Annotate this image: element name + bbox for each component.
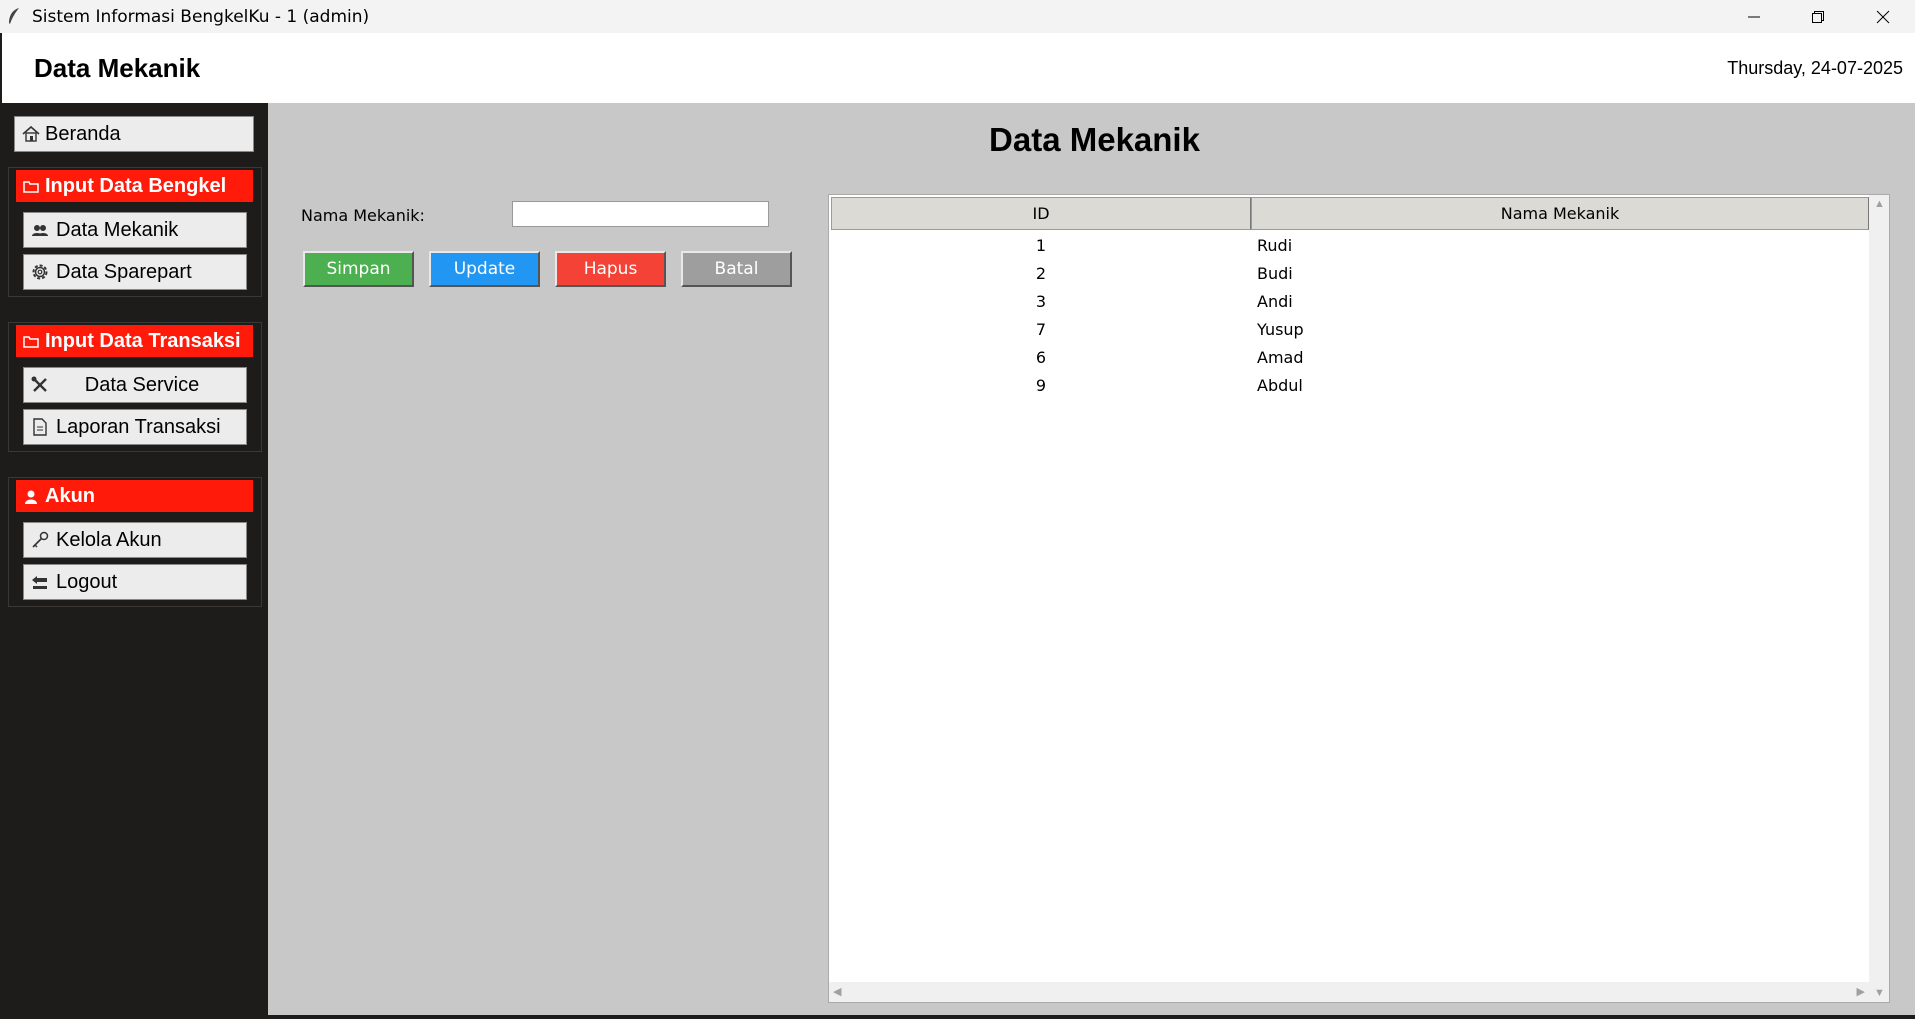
sidebar-item-data-mekanik[interactable]: Data Mekanik — [23, 212, 247, 248]
scroll-down-icon[interactable]: ▼ — [1874, 987, 1885, 999]
horizontal-scrollbar[interactable]: ◀ ▶ — [829, 982, 1869, 1002]
scroll-right-icon[interactable]: ▶ — [1857, 985, 1865, 998]
group-header: Input Data Bengkel — [16, 170, 253, 202]
nama-mekanik-label: Nama Mekanik: — [301, 206, 425, 225]
group-akun: Akun Kelola Akun Logout — [8, 477, 262, 607]
vertical-scrollbar[interactable]: ▲ ▼ — [1869, 195, 1889, 1002]
users-icon — [32, 225, 48, 236]
group-input-data-bengkel: Input Data Bengkel Data Mekanik Data Spa… — [8, 167, 262, 297]
cell-id: 7 — [1035, 320, 1047, 339]
sidebar-item-label: Logout — [56, 570, 118, 593]
folder-icon — [23, 336, 39, 348]
window-titlebar: Sistem Informasi BengkelKu - 1 (admin) — [0, 0, 1915, 33]
table-row[interactable]: 2 Budi — [831, 260, 1869, 288]
hapus-button[interactable]: Hapus — [555, 251, 666, 287]
sidebar-item-laporan-transaksi[interactable]: Laporan Transaksi — [23, 409, 247, 445]
date-display: Thursday, 24-07-2025 — [1727, 58, 1903, 78]
sidebar-item-label: Kelola Akun — [56, 528, 162, 551]
column-header-nama-mekanik[interactable]: Nama Mekanik — [1251, 197, 1869, 230]
group-header: Input Data Transaksi — [16, 325, 253, 357]
cell-name: Budi — [1257, 264, 1293, 283]
back-icon — [32, 576, 47, 589]
restore-button[interactable] — [1786, 0, 1850, 33]
column-header-id[interactable]: ID — [831, 197, 1251, 230]
simpan-button[interactable]: Simpan — [303, 251, 414, 287]
feather-icon — [9, 8, 19, 24]
minimize-icon — [1748, 16, 1760, 17]
sidebar-item-data-sparepart[interactable]: Data Sparepart — [23, 254, 247, 290]
sidebar-item-label: Data Mekanik — [56, 218, 179, 241]
table-header: ID Nama Mekanik — [831, 197, 1869, 230]
gear-icon — [32, 264, 48, 280]
group-title: Akun — [45, 484, 95, 507]
cell-id: 2 — [1035, 264, 1047, 283]
sidebar-item-logout[interactable]: Logout — [23, 564, 247, 600]
mekanik-table[interactable]: ID Nama Mekanik 1 Rudi 2 Budi 3 Andi 7 Y… — [828, 194, 1890, 1003]
table-row[interactable]: 3 Andi — [831, 288, 1869, 316]
cell-name: Amad — [1257, 348, 1304, 367]
cell-id: 9 — [1035, 376, 1047, 395]
close-icon — [1876, 10, 1890, 23]
sidebar-item-label: Data Sparepart — [56, 260, 192, 283]
cell-name: Yusup — [1257, 320, 1304, 339]
table-row[interactable]: 7 Yusup — [831, 316, 1869, 344]
restore-icon — [1812, 10, 1824, 23]
document-icon — [33, 418, 47, 436]
group-title: Input Data Transaksi — [45, 329, 241, 352]
cell-name: Abdul — [1257, 376, 1303, 395]
batal-button[interactable]: Batal — [681, 251, 792, 287]
cell-id: 6 — [1035, 348, 1047, 367]
table-row[interactable]: 1 Rudi — [831, 232, 1869, 260]
cell-id: 1 — [1035, 236, 1047, 255]
user-icon — [25, 490, 37, 504]
app-header: Data Mekanik Thursday, 24-07-2025 — [0, 33, 1915, 103]
home-icon — [22, 125, 40, 142]
page-title: Data Mekanik — [34, 53, 201, 83]
folder-icon — [23, 181, 39, 193]
group-input-data-transaksi: Input Data Transaksi Data Service Lapora… — [8, 322, 262, 452]
sidebar-item-label: Laporan Transaksi — [56, 415, 221, 438]
close-button[interactable] — [1851, 0, 1915, 33]
key-icon — [32, 531, 49, 548]
table-row[interactable]: 9 Abdul — [831, 372, 1869, 400]
minimize-button[interactable] — [1722, 0, 1786, 33]
sidebar-item-label: Beranda — [45, 122, 121, 145]
cell-id: 3 — [1035, 292, 1047, 311]
table-body: 1 Rudi 2 Budi 3 Andi 7 Yusup 6 Amad 9 Ab… — [831, 232, 1869, 400]
nama-mekanik-input[interactable] — [512, 201, 769, 227]
sidebar-item-label: Data Service — [84, 373, 200, 396]
main-content: Data Mekanik Nama Mekanik: Simpan Update… — [268, 103, 1915, 1015]
window-title: Sistem Informasi BengkelKu - 1 (admin) — [32, 7, 370, 27]
group-title: Input Data Bengkel — [45, 174, 227, 197]
scroll-up-icon[interactable]: ▲ — [1874, 198, 1885, 210]
sidebar-item-beranda[interactable]: Beranda — [14, 116, 254, 152]
group-header: Akun — [16, 480, 253, 512]
sidebar: Beranda Input Data Bengkel Data Mekanik … — [0, 103, 268, 1015]
cell-name: Andi — [1257, 292, 1293, 311]
content-heading: Data Mekanik — [989, 121, 1200, 158]
scroll-left-icon[interactable]: ◀ — [833, 985, 841, 998]
table-row[interactable]: 6 Amad — [831, 344, 1869, 372]
update-button[interactable]: Update — [429, 251, 540, 287]
tools-icon — [31, 376, 47, 392]
cell-name: Rudi — [1257, 236, 1293, 255]
sidebar-item-data-service[interactable]: Data Service — [23, 367, 247, 403]
sidebar-item-kelola-akun[interactable]: Kelola Akun — [23, 522, 247, 558]
